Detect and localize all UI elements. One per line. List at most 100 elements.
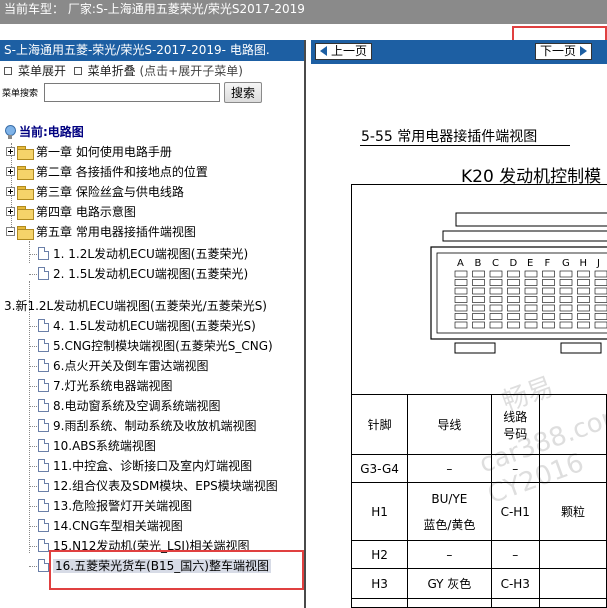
menu-panel: S-上海通用五菱-荣光/荣光S-2017-2019- 电路图. 菜单展开 菜单折… bbox=[0, 40, 306, 608]
prev-page-button[interactable]: 上一页 bbox=[315, 43, 373, 60]
connector-pin bbox=[594, 296, 607, 303]
connector-letter: F bbox=[545, 258, 551, 269]
connector-pin bbox=[489, 296, 503, 303]
section-title: 5-55 常用电器接插件端视图 bbox=[361, 129, 538, 145]
document-icon bbox=[38, 247, 49, 260]
tree-item[interactable]: 14.CNG车型相关端视图 bbox=[38, 517, 183, 535]
search-button[interactable]: 搜索 bbox=[224, 81, 263, 103]
document-icon bbox=[38, 267, 49, 280]
connector-pin bbox=[472, 287, 485, 295]
connector-letter: G bbox=[562, 258, 570, 269]
connector-pin bbox=[524, 304, 538, 312]
menu-search-row: 菜单搜索 搜索 bbox=[0, 81, 304, 103]
connector-pin bbox=[524, 321, 538, 329]
connector-pin bbox=[559, 313, 573, 320]
pin-table: 针脚 导线 线路 号码 G3-G4 – – H1 BU/YE 蓝色/黄色 C-H… bbox=[350, 394, 607, 608]
folder-icon bbox=[17, 205, 34, 220]
connector-pin bbox=[507, 279, 520, 286]
connector-pin bbox=[594, 321, 607, 329]
expand-plus-icon[interactable] bbox=[6, 207, 15, 216]
expand-plus-icon[interactable] bbox=[6, 187, 15, 196]
connector-pin bbox=[559, 321, 573, 329]
tree-chapter-4[interactable]: 第四章 电路示意图 bbox=[6, 203, 136, 221]
connector-pin bbox=[542, 270, 555, 278]
tree-item[interactable]: 12.组合仪表及SDM模块、EPS模块端视图 bbox=[38, 477, 278, 495]
connector-pin bbox=[472, 270, 485, 278]
tree-chapter-3[interactable]: 第三章 保险丝盒与供电线路 bbox=[6, 183, 184, 201]
connector-diagram: ABCDEFGHJK bbox=[430, 212, 607, 354]
table-row: G3-G4 – – bbox=[350, 454, 607, 483]
table-row: H4 BU 蓝色 C-H4 bbox=[350, 598, 607, 608]
connector-pin bbox=[559, 287, 573, 295]
tree-item[interactable]: 8.电动窗系统及空调系统端视图 bbox=[38, 397, 220, 415]
collapse-minus-icon[interactable] bbox=[6, 227, 15, 236]
tree-item[interactable]: 15.N12发动机(荣光_LSI)相关端视图 bbox=[38, 537, 250, 555]
menu-expand-link[interactable]: 菜单展开 bbox=[18, 64, 66, 78]
connector-letter: A bbox=[457, 258, 464, 269]
tree-chapter-5[interactable]: 第五章 常用电器接插件端视图 bbox=[6, 223, 196, 241]
tree-item[interactable]: 2. 1.5L发动机ECU端视图(五菱荣光) bbox=[38, 265, 248, 283]
tree-item[interactable]: 1. 1.2L发动机ECU端视图(五菱荣光) bbox=[38, 245, 248, 263]
tree-item[interactable]: 5.CNG控制模块端视图(五菱荣光S_CNG) bbox=[38, 337, 273, 355]
tree-item[interactable]: 6.点火开关及倒车雷达端视图 bbox=[38, 357, 208, 375]
connector-letter: B bbox=[475, 258, 482, 269]
tree-current-node[interactable]: 当前:电路图 bbox=[4, 123, 84, 141]
connector-pin bbox=[507, 304, 520, 312]
connector-pin bbox=[542, 279, 555, 286]
menu-search-input[interactable] bbox=[44, 82, 220, 102]
connector-pin bbox=[524, 296, 538, 303]
document-icon bbox=[38, 519, 49, 532]
connector-pin bbox=[489, 321, 503, 329]
connector-pin bbox=[524, 287, 538, 295]
connector-pin bbox=[472, 296, 485, 303]
tree-item[interactable]: 9.雨刮系统、制动系统及收放机端视图 bbox=[38, 417, 256, 435]
document-icon bbox=[38, 419, 49, 432]
connector-pin bbox=[542, 313, 555, 320]
connector-pin bbox=[542, 287, 555, 295]
menu-collapse-link[interactable]: 菜单折叠 bbox=[88, 64, 136, 78]
connector-pin bbox=[454, 304, 468, 312]
connector-pin bbox=[542, 304, 555, 312]
connector-pin bbox=[454, 279, 468, 286]
connector-pin bbox=[454, 313, 468, 320]
table-row: H1 BU/YE 蓝色/黄色 C-H1 颗粒 bbox=[350, 482, 607, 541]
arrow-right-icon bbox=[580, 45, 588, 56]
connector-pin bbox=[524, 270, 538, 278]
section-underline bbox=[360, 145, 570, 146]
document-icon bbox=[38, 319, 49, 332]
document-icon bbox=[38, 559, 49, 572]
tree-item[interactable]: 4. 1.5L发动机ECU端视图(五菱荣光S) bbox=[38, 317, 256, 335]
tree-item[interactable]: 10.ABS系统端视图 bbox=[38, 437, 156, 455]
current-vehicle-text: 当前车型： 厂家:S-上海通用五菱荣光/荣光S2017-2019 bbox=[4, 2, 305, 16]
square-bullet-icon bbox=[73, 66, 82, 75]
menu-search-label: 菜单搜索 bbox=[2, 88, 39, 99]
extra-header bbox=[538, 394, 607, 455]
tree-item[interactable]: 3.新1.2L发动机ECU端视图(五菱荣光/五菱荣光S) bbox=[4, 297, 267, 315]
expand-plus-icon[interactable] bbox=[6, 167, 15, 176]
pin-table-header: 针脚 导线 线路 号码 bbox=[350, 394, 607, 455]
tree-chapter-2[interactable]: 第二章 各接插件和接地点的位置 bbox=[6, 163, 208, 181]
connector-pin bbox=[577, 287, 590, 295]
tree-item[interactable]: 13.危险报警灯开关端视图 bbox=[38, 497, 192, 515]
connector-pin bbox=[542, 321, 555, 329]
tree-chapter-1[interactable]: 第一章 如何使用电路手册 bbox=[6, 143, 172, 161]
expand-plus-icon[interactable] bbox=[6, 147, 15, 156]
connector-pin bbox=[507, 270, 520, 278]
next-page-button[interactable]: 下一页 bbox=[535, 43, 593, 60]
wiring-diagram-page: 5-55 常用电器接插件端视图 K20 发动机控制模 ABCDEFGHJK 畅易… bbox=[311, 64, 607, 608]
connector-pin bbox=[489, 304, 503, 312]
document-icon bbox=[38, 439, 49, 452]
document-icon bbox=[38, 539, 49, 552]
connector-pin bbox=[577, 270, 590, 278]
folder-open-icon bbox=[17, 225, 34, 240]
document-icon bbox=[38, 379, 49, 392]
connector-pin bbox=[507, 296, 520, 303]
connector-pin bbox=[489, 313, 503, 320]
document-icon bbox=[38, 339, 49, 352]
tree-item-selected[interactable]: 16.五菱荣光货车(B15_国六)整车端视图 bbox=[38, 557, 271, 575]
connector-pin bbox=[594, 313, 607, 320]
pin-header: 针脚 bbox=[350, 394, 409, 455]
tree-item[interactable]: 7.灯光系统电器端视图 bbox=[38, 377, 172, 395]
connector-letter: C bbox=[492, 258, 499, 269]
tree-item[interactable]: 11.中控盒、诊断接口及室内灯端视图 bbox=[38, 457, 252, 475]
